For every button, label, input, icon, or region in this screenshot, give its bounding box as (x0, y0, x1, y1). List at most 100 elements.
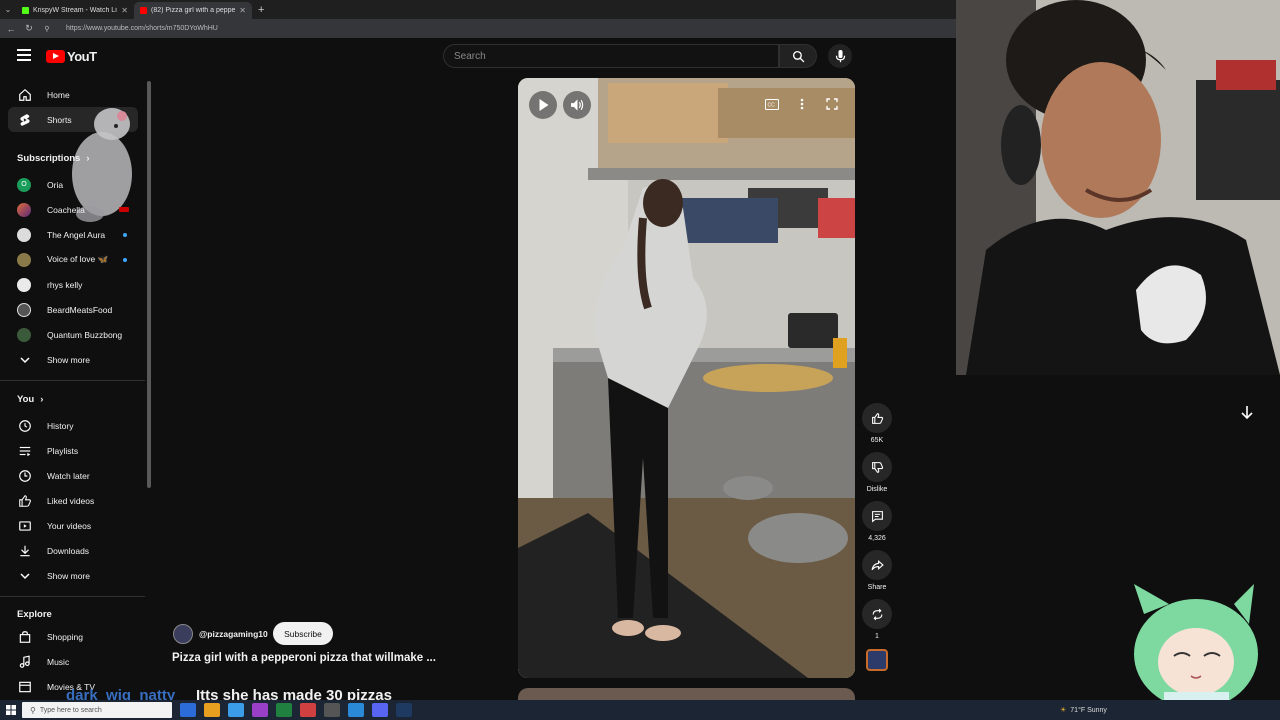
system-tray: ☀ 71°F Sunny (1060, 700, 1107, 720)
search-input[interactable]: Search (443, 44, 779, 68)
url-text[interactable]: https://www.youtube.com/shorts/m750DYoWh… (66, 25, 218, 32)
shorts-video-player[interactable]: CC (518, 78, 855, 678)
sound-avatar[interactable] (866, 649, 888, 671)
comments-button[interactable] (862, 501, 892, 531)
app-icon[interactable] (252, 703, 268, 717)
taskbar-search-input[interactable]: ⚲ Type here to search (22, 702, 172, 718)
new-content-dot-icon (123, 258, 127, 262)
tab-search-icon[interactable]: ⌄ (0, 5, 16, 14)
sidebar-item-your-videos[interactable]: Your videos (0, 513, 145, 538)
reload-icon[interactable]: ↻ (24, 23, 34, 34)
search-button[interactable] (779, 44, 817, 68)
fullscreen-button[interactable] (823, 95, 841, 113)
file-explorer-icon[interactable] (204, 703, 220, 717)
weather-text[interactable]: 71°F Sunny (1070, 707, 1107, 714)
taskbar-search-placeholder: Type here to search (39, 706, 102, 714)
live-indicator-icon (119, 207, 129, 212)
channel-name[interactable]: @pizzagaming10 (199, 629, 268, 639)
app-icon[interactable] (276, 703, 292, 717)
video-title[interactable]: Pizza girl with a pepperoni pizza that w… (172, 652, 436, 664)
you-heading[interactable]: You › (17, 394, 43, 405)
app-icon[interactable] (348, 703, 364, 717)
captions-icon: CC (765, 98, 779, 110)
voice-search-button[interactable] (828, 44, 852, 68)
dislike-action[interactable]: Dislike (862, 452, 892, 493)
vtuber-avatar-overlay (1134, 584, 1258, 704)
sidebar-item-label: Oria (47, 179, 64, 190)
sidebar-item-label: BeardMeatsFood (47, 304, 113, 315)
dislike-button[interactable] (862, 452, 892, 482)
sidebar-item-music[interactable]: Music (0, 649, 145, 674)
remix-button[interactable] (862, 599, 892, 629)
browser-tab-youtube[interactable]: (82) Pizza girl with a pepperoni p ✕ (134, 2, 252, 19)
streamer-webcam (956, 0, 1280, 375)
sidebar-item-history[interactable]: History (0, 413, 145, 438)
scroll-down-button[interactable] (1237, 403, 1257, 423)
start-button[interactable] (0, 700, 22, 720)
captions-button[interactable]: CC (763, 95, 781, 113)
download-icon (17, 543, 33, 559)
search-placeholder: Search (454, 50, 486, 62)
sidebar-item-label: Playlists (47, 445, 79, 456)
subscriptions-show-more[interactable]: Show more (0, 347, 145, 372)
film-icon (17, 679, 33, 695)
search-icon (792, 50, 804, 62)
channel-avatar[interactable] (173, 624, 193, 644)
subscribe-button[interactable]: Subscribe (273, 622, 333, 645)
remix-action[interactable]: 1 (862, 599, 892, 640)
browser-icon[interactable] (228, 703, 244, 717)
sidebar-item-coachella[interactable]: Coachella (0, 197, 145, 222)
sidebar-item-quantum-buzzbong[interactable]: Quantum Buzzbong (0, 322, 145, 347)
sidebar-item-the-angel-aura[interactable]: The Angel Aura (0, 222, 145, 247)
close-tab-icon[interactable]: ✕ (121, 6, 128, 15)
browser-tab-strip: ⌄ KrispyW Stream - Watch Live on K ✕ (82… (0, 0, 956, 19)
screen: ⌄ KrispyW Stream - Watch Live on K ✕ (82… (0, 0, 1280, 720)
close-tab-icon[interactable]: ✕ (239, 6, 246, 15)
sidebar-item-downloads[interactable]: Downloads (0, 538, 145, 563)
sidebar-item-liked-videos[interactable]: Liked videos (0, 488, 145, 513)
show-more-label: Show more (47, 354, 90, 365)
sidebar-item-playlists[interactable]: Playlists (0, 438, 145, 463)
arrow-down-icon (1241, 406, 1253, 420)
youtube-logo[interactable]: YouT (46, 49, 97, 64)
sidebar-scrollbar[interactable] (147, 81, 151, 488)
more-options-button[interactable] (793, 95, 811, 113)
sidebar-item-label: Liked videos (47, 495, 95, 506)
sidebar-item-label: Shopping (47, 631, 83, 642)
avatar (17, 227, 31, 242)
sidebar-item-rhys-kelly[interactable]: rhys kelly (0, 272, 145, 297)
browser-tab-kick[interactable]: KrispyW Stream - Watch Live on K ✕ (16, 2, 134, 19)
sidebar-item-oria[interactable]: O Oria (0, 172, 145, 197)
share-button[interactable] (862, 550, 892, 580)
subscriptions-heading[interactable]: Subscriptions › (17, 153, 90, 164)
discord-icon[interactable] (372, 703, 388, 717)
site-info-icon[interactable]: ⚲ (42, 25, 52, 33)
back-icon[interactable]: ← (6, 24, 16, 34)
app-icon[interactable] (324, 703, 340, 717)
share-action[interactable]: Share (862, 550, 892, 591)
subscriptions-heading-label: Subscriptions (17, 153, 81, 164)
address-bar: ← ↻ ⚲ https://www.youtube.com/shorts/m75… (0, 19, 956, 38)
comments-action[interactable]: 4,326 (862, 501, 892, 542)
shopping-bag-icon (17, 629, 33, 645)
avatar (17, 252, 31, 267)
like-action[interactable]: 65K (862, 403, 892, 444)
volume-button[interactable] (563, 91, 591, 119)
sidebar-item-watch-later[interactable]: Watch later (0, 463, 145, 488)
sidebar-item-beardmeatsfood[interactable]: BeardMeatsFood (0, 297, 145, 322)
task-view-icon[interactable] (180, 703, 196, 717)
menu-icon[interactable] (17, 49, 31, 61)
video-frame-image (518, 78, 855, 678)
you-heading-label: You (17, 394, 35, 405)
app-icon[interactable] (300, 703, 316, 717)
weather-icon: ☀ (1060, 707, 1067, 714)
new-tab-icon[interactable]: + (258, 4, 264, 16)
like-button[interactable] (862, 403, 892, 433)
sidebar-item-voice-of-love[interactable]: Voice of love 🦋 (0, 247, 145, 272)
sidebar-item-shopping[interactable]: Shopping (0, 624, 145, 649)
steam-icon[interactable] (396, 703, 412, 717)
chevron-down-icon (17, 568, 33, 584)
you-show-more[interactable]: Show more (0, 563, 145, 588)
chevron-right-icon: › (40, 394, 44, 405)
play-button[interactable] (529, 91, 557, 119)
